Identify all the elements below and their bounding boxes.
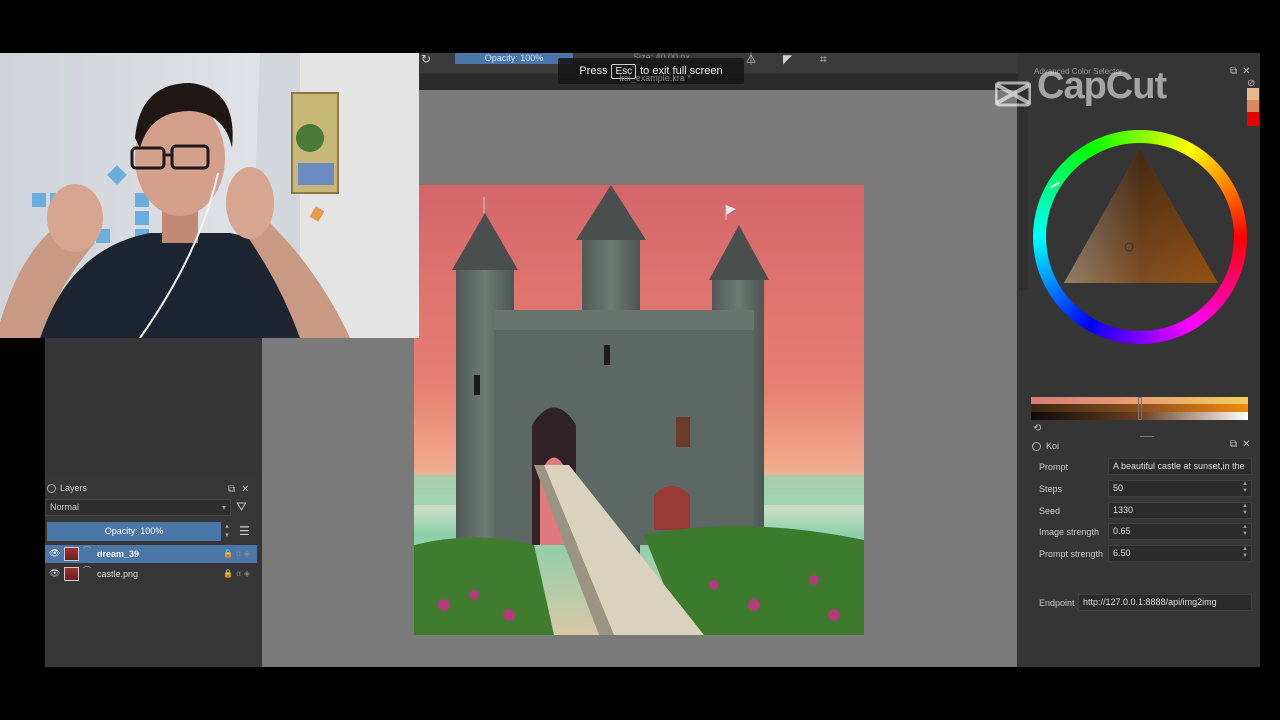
brush-opacity-slider[interactable]: Opacity: 100% — [455, 53, 573, 64]
image-strength-value: 0.65 — [1113, 526, 1131, 536]
layers-header: Layers — [47, 483, 87, 493]
notice-press: Press — [579, 65, 608, 77]
castle-image — [414, 185, 864, 635]
docker-scrollbar[interactable] — [1018, 90, 1028, 290]
crop-icon[interactable]: ⌗ — [820, 53, 827, 65]
opacity-spinner[interactable]: ▴ ▾ — [222, 522, 232, 541]
layer-opacity-slider[interactable]: Opacity: 100% — [47, 522, 221, 541]
prompt-strength-value: 6.50 — [1113, 548, 1131, 558]
layers-menu-icon[interactable]: ☰ — [239, 524, 250, 538]
koi-window-buttons: ⧉ ✕ — [1230, 439, 1251, 450]
layer-properties-icons[interactable]: 🔒α◈ — [223, 569, 253, 578]
letterbox-top — [0, 0, 1280, 53]
close-icon[interactable]: ✕ — [1242, 66, 1250, 77]
strip-cursor[interactable] — [1138, 397, 1142, 420]
paint-layer-icon: ⌒ — [83, 566, 91, 575]
color-history[interactable] — [1247, 88, 1259, 126]
refresh-icon[interactable]: ⟲ — [1033, 423, 1041, 434]
wrap-icon[interactable]: ◤ — [783, 53, 792, 65]
prompt-strength-label: Prompt strength — [1039, 549, 1104, 559]
koi-header: Koi — [1032, 439, 1258, 453]
capcut-watermark: CapCut — [994, 65, 1167, 108]
layer-properties-icons[interactable]: 🔒α◈ — [223, 549, 253, 558]
float-icon[interactable]: ⧉ — [228, 484, 235, 495]
float-icon[interactable]: ⧉ — [1230, 66, 1237, 77]
koi-docker-icon — [1032, 441, 1041, 451]
layer-name: dream_39 — [97, 549, 140, 559]
layer-row[interactable]: 👁 ⌒ dream_39 🔒α◈ — [45, 545, 257, 563]
endpoint-input[interactable]: http://127.0.0.1:8888/api/img2img — [1078, 594, 1252, 611]
swatch[interactable] — [1247, 88, 1259, 100]
seed-spinbox[interactable]: 1330 ▲ ▼ — [1108, 502, 1252, 519]
docker-divider[interactable] — [1140, 436, 1154, 437]
sv-triangle[interactable] — [1046, 143, 1234, 331]
seed-label: Seed — [1039, 506, 1061, 516]
close-icon[interactable]: ✕ — [1242, 439, 1250, 450]
spinner-arrows-icon[interactable]: ▲ ▼ — [1242, 546, 1248, 560]
prompt-input[interactable]: A beautiful castle at sunset,in the — [1108, 458, 1252, 475]
prompt-strength-spinbox[interactable]: 6.50 ▲ ▼ — [1108, 545, 1252, 562]
prompt-label: Prompt — [1039, 462, 1069, 472]
close-icon[interactable]: ✕ — [241, 484, 249, 495]
layers-window-buttons: ⧉ ✕ — [228, 484, 250, 495]
watermark-text: CapCut — [1037, 65, 1167, 107]
chevron-down-icon: ▾ — [221, 503, 226, 512]
spinner-arrows-icon[interactable]: ▲ ▼ — [1242, 503, 1248, 517]
layer-thumbnail — [64, 567, 79, 581]
swatch[interactable] — [1247, 100, 1259, 112]
image-strength-spinbox[interactable]: 0.65 ▲ ▼ — [1108, 523, 1252, 540]
document-title: koi_example.kra * — [619, 73, 691, 83]
presenter-video — [0, 53, 419, 338]
rotate-icon[interactable]: ↻ — [421, 53, 431, 65]
swatch[interactable] — [1247, 112, 1259, 126]
steps-spinbox[interactable]: 50 ▲ ▼ — [1108, 480, 1252, 497]
spinner-arrows-icon[interactable]: ▲ ▼ — [1242, 481, 1248, 495]
spinner-arrows-icon[interactable]: ▲ ▼ — [1242, 524, 1248, 538]
endpoint-label: Endpoint — [1039, 598, 1075, 608]
layer-row[interactable]: 👁 ⌒ castle.png 🔒α◈ — [45, 565, 257, 583]
float-icon[interactable]: ⧉ — [1230, 439, 1237, 450]
mirror-icon[interactable]: ⏃ — [745, 53, 757, 65]
color-selector-window-buttons: ⧉ ✕ — [1230, 66, 1251, 77]
webcam-overlay — [0, 53, 419, 338]
layers-docker-icon — [47, 483, 56, 493]
layer-thumbnail — [64, 547, 79, 561]
capcut-logo-icon — [994, 74, 1032, 106]
steps-label: Steps — [1039, 484, 1063, 494]
image-strength-label: Image strength — [1039, 527, 1100, 537]
castle-painting[interactable] — [414, 185, 864, 635]
letterbox-bottom — [0, 667, 1280, 720]
filter-icon[interactable]: ⛛ — [236, 500, 247, 514]
koi-title: Koi — [1046, 441, 1060, 451]
eye-icon[interactable]: 👁 — [49, 568, 60, 579]
seed-value: 1330 — [1113, 505, 1134, 515]
layers-title: Layers — [60, 483, 88, 493]
blend-mode-select[interactable]: Normal ▾ — [45, 499, 231, 516]
blend-mode-value: Normal — [50, 502, 80, 512]
steps-value: 50 — [1113, 483, 1124, 493]
eye-icon[interactable]: 👁 — [49, 548, 60, 559]
layer-name: castle.png — [97, 569, 139, 579]
paint-layer-icon: ⌒ — [83, 546, 91, 555]
